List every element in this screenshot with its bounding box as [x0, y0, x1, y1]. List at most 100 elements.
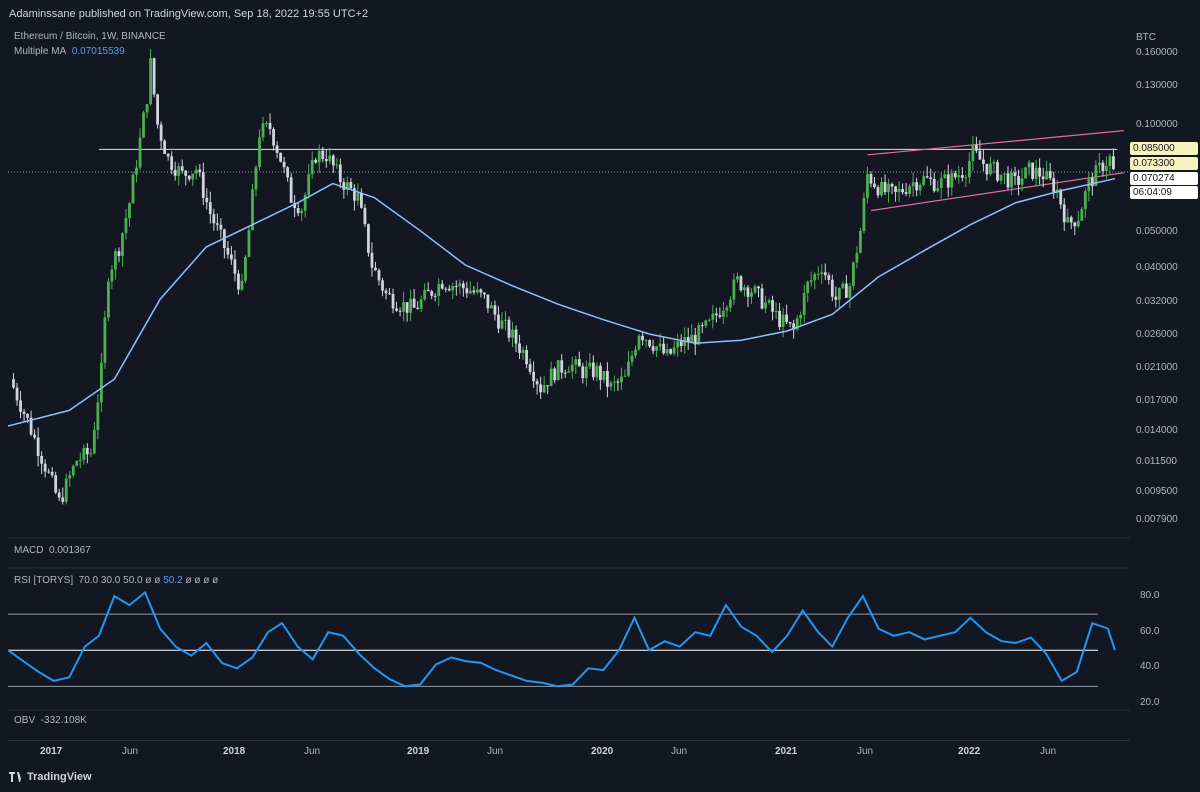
candle-body	[19, 400, 22, 412]
candle-body	[908, 186, 912, 194]
candle-body	[616, 381, 620, 383]
candle-body	[68, 475, 72, 479]
candle-body	[785, 314, 789, 323]
candle-body	[342, 182, 346, 190]
price-tick: 0.130000	[1136, 80, 1178, 91]
price-axis[interactable]: BTC 0.160000 0.130000 0.100000 0.050000 …	[1130, 28, 1200, 740]
macd-label: MACD	[14, 545, 44, 556]
candle-body	[627, 361, 630, 376]
candle-body	[152, 58, 156, 95]
candle-body	[1027, 162, 1031, 168]
time-label: 2018	[223, 746, 246, 757]
candle-body	[577, 359, 581, 367]
candle-body	[669, 349, 673, 354]
candle-body	[237, 273, 240, 290]
candle-body	[180, 166, 184, 171]
candle-body	[1062, 204, 1066, 223]
candle-body	[876, 187, 880, 196]
candle-body	[560, 360, 564, 373]
candle-body	[820, 272, 824, 274]
chart-svg[interactable]	[7, 28, 1130, 740]
candle-body	[736, 276, 739, 280]
candle-body	[71, 465, 75, 476]
candle-body	[1108, 156, 1112, 166]
candle-body	[553, 368, 557, 381]
ma-legend: Multiple MA 0.07015539	[14, 46, 125, 57]
time-axis[interactable]: 2017 Jun 2018 Jun 2019 Jun 2020 Jun 2021…	[8, 740, 1130, 763]
candle-body	[128, 203, 131, 219]
candle-body	[465, 288, 469, 294]
candle-body	[254, 167, 258, 190]
candle-body	[637, 335, 641, 350]
candle-body	[655, 346, 659, 351]
candle-body	[472, 290, 476, 293]
candle-body	[521, 350, 525, 353]
chart-panel[interactable]: Ethereum / Bitcoin, 1W, BINANCE Multiple…	[7, 28, 1130, 740]
candle-body	[570, 364, 574, 372]
candle-body	[36, 437, 40, 457]
candle-body	[816, 273, 820, 275]
candle-body	[156, 94, 159, 125]
candle-body	[124, 218, 128, 234]
candle-body	[602, 371, 606, 380]
candle-body	[384, 290, 388, 294]
macd-value: 0.001367	[49, 545, 91, 556]
rsi-line	[7, 590, 1116, 688]
candle-body	[395, 308, 398, 311]
last-price-tag: 0.073300	[1130, 157, 1198, 170]
candle-body	[556, 360, 560, 381]
candle-body	[957, 175, 961, 178]
time-label: Jun	[487, 746, 504, 757]
candle-body	[1045, 170, 1049, 180]
candle-body	[85, 447, 89, 455]
price-tick: 0.100000	[1136, 119, 1178, 130]
candle-body	[707, 319, 711, 321]
candle-body	[887, 183, 890, 193]
candle-body	[609, 382, 613, 387]
rsi-param: 70.0	[78, 575, 99, 586]
rsi-param: 50.0	[123, 575, 143, 586]
candle-body	[641, 335, 644, 341]
footer-bar: TradingView	[0, 764, 1200, 792]
candle-body	[574, 359, 578, 365]
candle-body	[247, 230, 251, 258]
candle-body	[461, 283, 465, 289]
candle-body	[493, 305, 497, 315]
candle-body	[823, 272, 827, 276]
price-tick: 0.050000	[1136, 226, 1178, 237]
candle-body	[483, 292, 486, 295]
candle-body	[388, 293, 391, 295]
candle-body	[117, 251, 121, 256]
candle-body	[170, 156, 174, 170]
rsi-tick: 60.0	[1140, 626, 1160, 637]
candle-body	[261, 123, 265, 138]
candle-body	[996, 162, 999, 181]
candle-body	[665, 349, 669, 354]
candle-body	[982, 159, 985, 164]
candle-body	[194, 169, 198, 174]
candle-body	[142, 112, 145, 138]
candle-body	[922, 176, 926, 185]
candle-body	[1041, 176, 1045, 180]
currency-label: BTC	[1136, 32, 1156, 43]
candle-body	[114, 251, 117, 270]
candle-body	[96, 402, 100, 431]
candle-body	[943, 174, 947, 179]
candle-body	[307, 174, 311, 195]
price-tick: 0.026000	[1136, 329, 1178, 340]
candle-body	[778, 310, 781, 328]
rsi-param: ø	[145, 575, 152, 586]
candle-body	[145, 104, 149, 113]
candle-body	[771, 300, 774, 312]
candle-body	[613, 381, 616, 383]
candle-body	[310, 159, 314, 175]
candle-body	[623, 375, 627, 377]
candle-body	[64, 478, 68, 502]
rsi-label: RSI [TORYS]	[14, 575, 74, 586]
candle-body	[511, 329, 514, 338]
ma-line	[7, 177, 1116, 427]
obv-label: OBV	[14, 715, 36, 726]
candle-body	[584, 366, 588, 379]
candle-body	[486, 294, 490, 309]
candle-body	[1112, 156, 1115, 170]
